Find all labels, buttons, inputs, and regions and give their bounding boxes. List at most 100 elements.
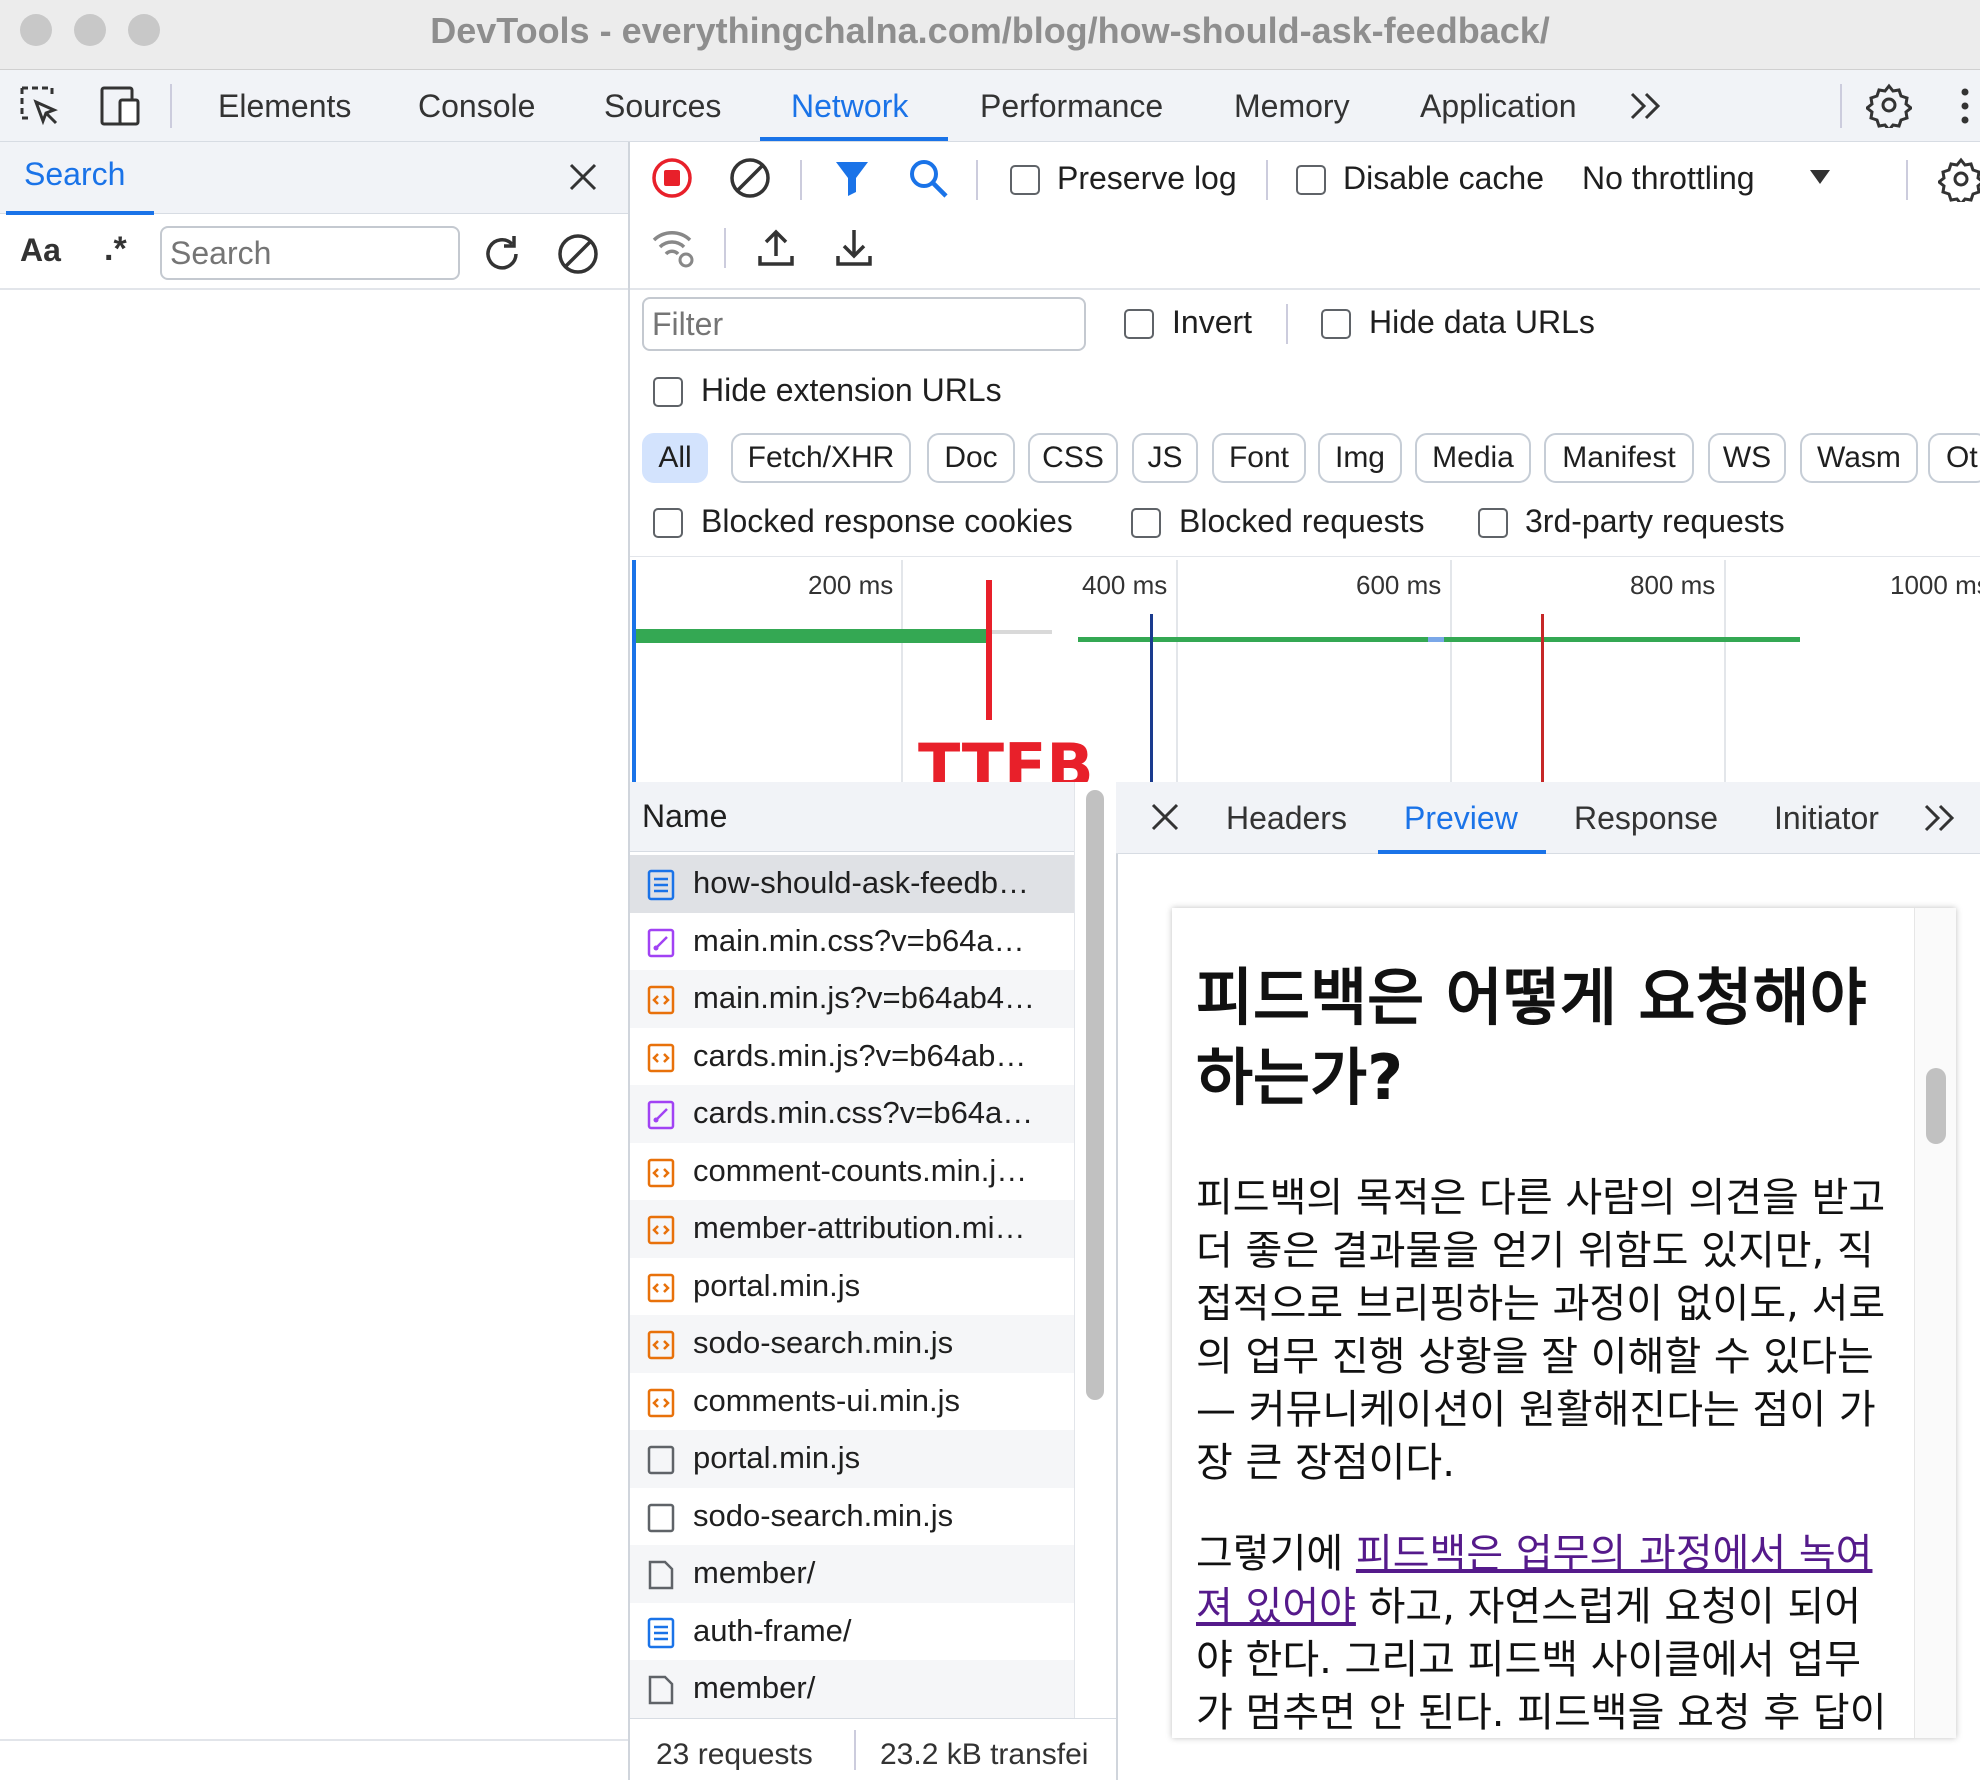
disable-cache-checkbox[interactable] [1296,165,1326,195]
invert-checkbox[interactable] [1124,309,1154,339]
refresh-icon[interactable] [480,232,524,276]
filter-fetch-xhr[interactable]: Fetch/XHR [731,433,911,483]
blocked-requests-checkbox[interactable] [1131,508,1161,538]
request-row[interactable]: main.min.css?v=b64a… [630,912,1074,970]
network-conditions-wifi-icon[interactable] [650,226,696,270]
tab-elements[interactable]: Elements [218,70,351,142]
tab-performance[interactable]: Performance [980,70,1163,142]
record-stop-icon[interactable] [650,156,694,200]
waterfall-bar-segment [1428,637,1444,642]
request-name: member/ [693,1555,816,1590]
waterfall-bar-document [636,629,988,643]
tab-application[interactable]: Application [1420,70,1577,142]
tab-network[interactable]: Network [791,70,908,142]
filter-css[interactable]: CSS [1028,433,1118,483]
third-party-requests-checkbox[interactable] [1478,508,1508,538]
search-input[interactable] [160,226,460,280]
import-har-upload-icon[interactable] [756,226,796,270]
blocked-response-cookies-checkbox[interactable] [653,508,683,538]
request-row[interactable]: sodo-search.min.js [630,1315,1074,1373]
filter-img[interactable]: Img [1318,433,1402,483]
more-detail-tabs-chevron-icon[interactable] [1920,800,1960,836]
load-event-line [1541,614,1544,782]
hide-data-urls-label: Hide data URLs [1369,304,1595,340]
close-search-icon[interactable] [566,160,600,194]
filter-ws[interactable]: WS [1708,433,1786,483]
filter-funnel-icon[interactable] [832,158,872,198]
request-name: auth-frame/ [693,1612,852,1648]
preview-scrollbar[interactable] [1914,908,1956,1738]
filter-input[interactable] [642,297,1086,351]
tab-sources[interactable]: Sources [604,70,721,142]
more-options-icon[interactable] [1960,86,1970,126]
request-row[interactable]: auth-frame/ [630,1602,1074,1660]
request-row[interactable]: member/ [630,1545,1074,1603]
request-row[interactable]: portal.min.js [630,1430,1074,1488]
dropdown-arrow-icon[interactable] [1808,168,1832,186]
disable-cache-label: Disable cache [1343,160,1544,196]
throttling-select[interactable]: No throttling [1582,160,1755,197]
filter-media[interactable]: Media [1415,433,1531,483]
request-name: portal.min.js [693,1267,861,1303]
filter-manifest[interactable]: Manifest [1544,433,1694,483]
request-row[interactable]: sodo-search.min.js [630,1487,1074,1545]
request-row[interactable]: main.min.js?v=b64ab4… [630,970,1074,1028]
toolbar-divider [854,1730,856,1770]
more-tabs-chevron-icon[interactable] [1626,88,1666,124]
request-name: comments-ui.min.js [693,1382,960,1418]
match-case-button[interactable]: Aa [20,232,61,269]
settings-gear-icon[interactable] [1866,82,1912,128]
third-party-requests-label: 3rd-party requests [1525,503,1785,539]
request-row[interactable]: how-should-ask-feedb… [630,855,1074,913]
name-column-header[interactable]: Name [642,798,727,835]
request-row[interactable]: comment-counts.min.j… [630,1142,1074,1200]
search-icon[interactable] [906,156,950,200]
scrollbar-thumb[interactable] [1086,790,1104,1400]
filter-doc[interactable]: Doc [927,433,1015,483]
filter-font[interactable]: Font [1212,433,1306,483]
filter-wasm[interactable]: Wasm [1800,433,1918,483]
tab-initiator[interactable]: Initiator [1774,782,1879,854]
preview-scrollbar-thumb[interactable] [1926,1068,1946,1144]
clear-search-icon[interactable] [556,232,600,276]
request-row[interactable]: portal.min.js [630,1257,1074,1315]
stylesheet-icon [646,927,676,959]
request-row[interactable]: cards.min.css?v=b64a… [630,1085,1074,1143]
inspect-element-icon[interactable] [18,84,62,128]
regex-button[interactable]: .* [104,230,127,269]
dom-content-loaded-line [1150,614,1153,782]
request-row[interactable]: cards.min.js?v=b64ab… [630,1027,1074,1085]
request-row[interactable]: comments-ui.min.js [630,1372,1074,1430]
filter-other[interactable]: Ot [1928,433,1980,483]
preview-paragraph: 그렇기에 피드백은 업무의 과정에서 녹여져 있어야 하고, 자연스럽게 요청이… [1196,1528,1896,1738]
request-row[interactable]: member/ [630,1660,1074,1718]
close-detail-icon[interactable] [1148,800,1182,834]
search-drawer-tab[interactable]: Search [24,156,125,193]
filter-all[interactable]: All [642,433,708,483]
hide-data-urls-checkbox[interactable] [1321,309,1351,339]
timeline-left-handle[interactable] [632,560,636,782]
request-row[interactable]: member-attribution.mi… [630,1200,1074,1258]
waterfall-bar-waiting [990,630,1052,634]
document-icon [646,1617,676,1649]
tab-memory[interactable]: Memory [1234,70,1350,142]
tab-console[interactable]: Console [418,70,535,142]
script-icon [646,1042,676,1074]
tab-preview[interactable]: Preview [1404,782,1518,854]
clear-log-icon[interactable] [728,156,772,200]
request-name: portal.min.js [693,1440,861,1475]
toolbar-divider [724,228,726,268]
preserve-log-checkbox[interactable] [1010,165,1040,195]
tab-response[interactable]: Response [1574,782,1718,854]
html-preview-frame[interactable]: 피드백은 어떻게 요청해야 하는가? 피드백의 목적은 다른 사람의 의견을 받… [1172,908,1956,1738]
network-settings-gear-icon[interactable] [1938,156,1980,202]
device-toolbar-icon[interactable] [96,84,142,128]
filter-js[interactable]: JS [1132,433,1198,483]
toolbar-divider [1906,160,1908,200]
export-har-download-icon[interactable] [834,226,874,270]
hide-extension-urls-checkbox[interactable] [653,377,683,407]
tab-headers[interactable]: Headers [1226,782,1347,854]
preserve-log-label: Preserve log [1057,160,1237,196]
document-icon [646,869,676,901]
request-name: comment-counts.min.j… [693,1152,1028,1188]
